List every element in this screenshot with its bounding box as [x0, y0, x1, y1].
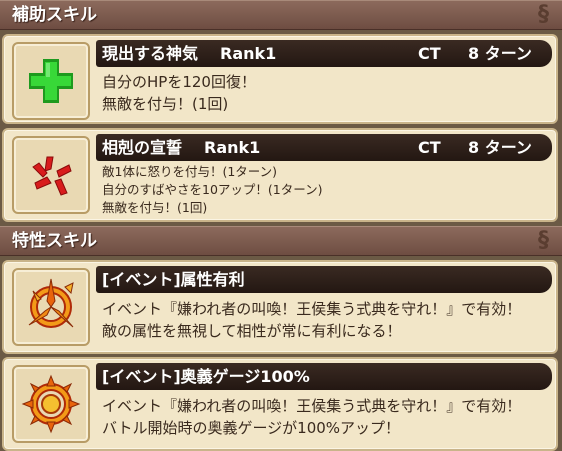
- skill-1-ct-label: CT: [418, 44, 441, 63]
- skill-1-rank: Rank1: [220, 44, 277, 63]
- trait-2-title-bar: [イベント]奥義ゲージ100%: [96, 363, 552, 390]
- skill-2-description: 敵1体に怒りを付与！(1ターン) 自分のすばやさを10アップ！(1ターン) 無敵…: [102, 163, 550, 217]
- skill-2-line-1: 敵1体に怒りを付与！(1ターン): [102, 164, 278, 179]
- trait-2-line-1: イベント『嫌われ者の叫喚！王侯集う式典を守れ！』で有効！: [102, 397, 522, 415]
- trait-2-icon-frame: [12, 365, 90, 443]
- trait-1-line-1: イベント『嫌われ者の叫喚！王侯集う式典を守れ！』で有効！: [102, 300, 522, 318]
- support-skills-header: 補助スキル §: [0, 0, 562, 30]
- skill-2-name: 相剋の宣誓: [102, 138, 183, 157]
- skill-2-icon-frame: [12, 136, 90, 214]
- skill-2-line-3: 無敵を付与！(1回): [102, 200, 208, 215]
- trait-skills-title: 特性スキル: [12, 231, 97, 251]
- skill-2-ct-label: CT: [418, 138, 441, 157]
- trait-2-line-2: バトル開始時の奥義ゲージが100%アップ！: [102, 419, 401, 437]
- skill-1-cooldown: 8 ターン: [468, 44, 532, 63]
- skill-1-line-1: 自分のHPを120回復！: [102, 73, 256, 91]
- skill-1-name: 現出する神気: [102, 44, 199, 63]
- swirl-ornament-icon: §: [538, 2, 549, 27]
- trait-2-name: [イベント]奥義ゲージ100%: [102, 367, 310, 386]
- trait-2-description: イベント『嫌われ者の叫喚！王侯集う式典を守れ！』で有効！ バトル開始時の奥義ゲー…: [102, 395, 550, 439]
- skill-2-rank: Rank1: [204, 138, 261, 157]
- skill-1-icon-frame: [12, 42, 90, 120]
- ougi-gauge-icon: [21, 374, 81, 434]
- trait-1-icon-frame: [12, 268, 90, 346]
- support-skills-title: 補助スキル: [12, 5, 97, 25]
- trait-1-line-2: 敵の属性を無視して相性が常に有利になる！: [102, 322, 402, 340]
- skill-2-line-2: 自分のすばやさを10アップ！(1ターン): [102, 182, 323, 197]
- anger-mark-icon: [32, 156, 72, 196]
- trait-1-name: [イベント]属性有利: [102, 270, 245, 289]
- trait-skills-header: 特性スキル §: [0, 226, 562, 256]
- skill-1-description: 自分のHPを120回復！ 無敵を付与！(1回): [102, 71, 550, 115]
- element-advantage-icon: [28, 278, 74, 328]
- trait-card-2[interactable]: [イベント]奥義ゲージ100% イベント『嫌われ者の叫喚！王侯集う式典を守れ！』…: [2, 357, 558, 451]
- green-cross-heal-icon: [29, 59, 73, 103]
- skill-2-cooldown: 8 ターン: [468, 138, 532, 157]
- skill-card-2[interactable]: 相剋の宣誓 Rank1 CT 8 ターン 敵1体に怒りを付与！(1ターン) 自分の…: [2, 128, 558, 222]
- skill-1-title-bar: 現出する神気 Rank1 CT 8 ターン: [96, 40, 552, 67]
- trait-1-description: イベント『嫌われ者の叫喚！王侯集う式典を守れ！』で有効！ 敵の属性を無視して相性…: [102, 298, 550, 342]
- swirl-ornament-icon: §: [538, 228, 549, 253]
- trait-1-title-bar: [イベント]属性有利: [96, 266, 552, 293]
- skill-1-line-2: 無敵を付与！(1回): [102, 95, 229, 113]
- trait-card-1[interactable]: [イベント]属性有利 イベント『嫌われ者の叫喚！王侯集う式典を守れ！』で有効！ …: [2, 260, 558, 354]
- skill-card-1[interactable]: 現出する神気 Rank1 CT 8 ターン 自分のHPを120回復！ 無敵を付与！…: [2, 34, 558, 124]
- skill-2-title-bar: 相剋の宣誓 Rank1 CT 8 ターン: [96, 134, 552, 161]
